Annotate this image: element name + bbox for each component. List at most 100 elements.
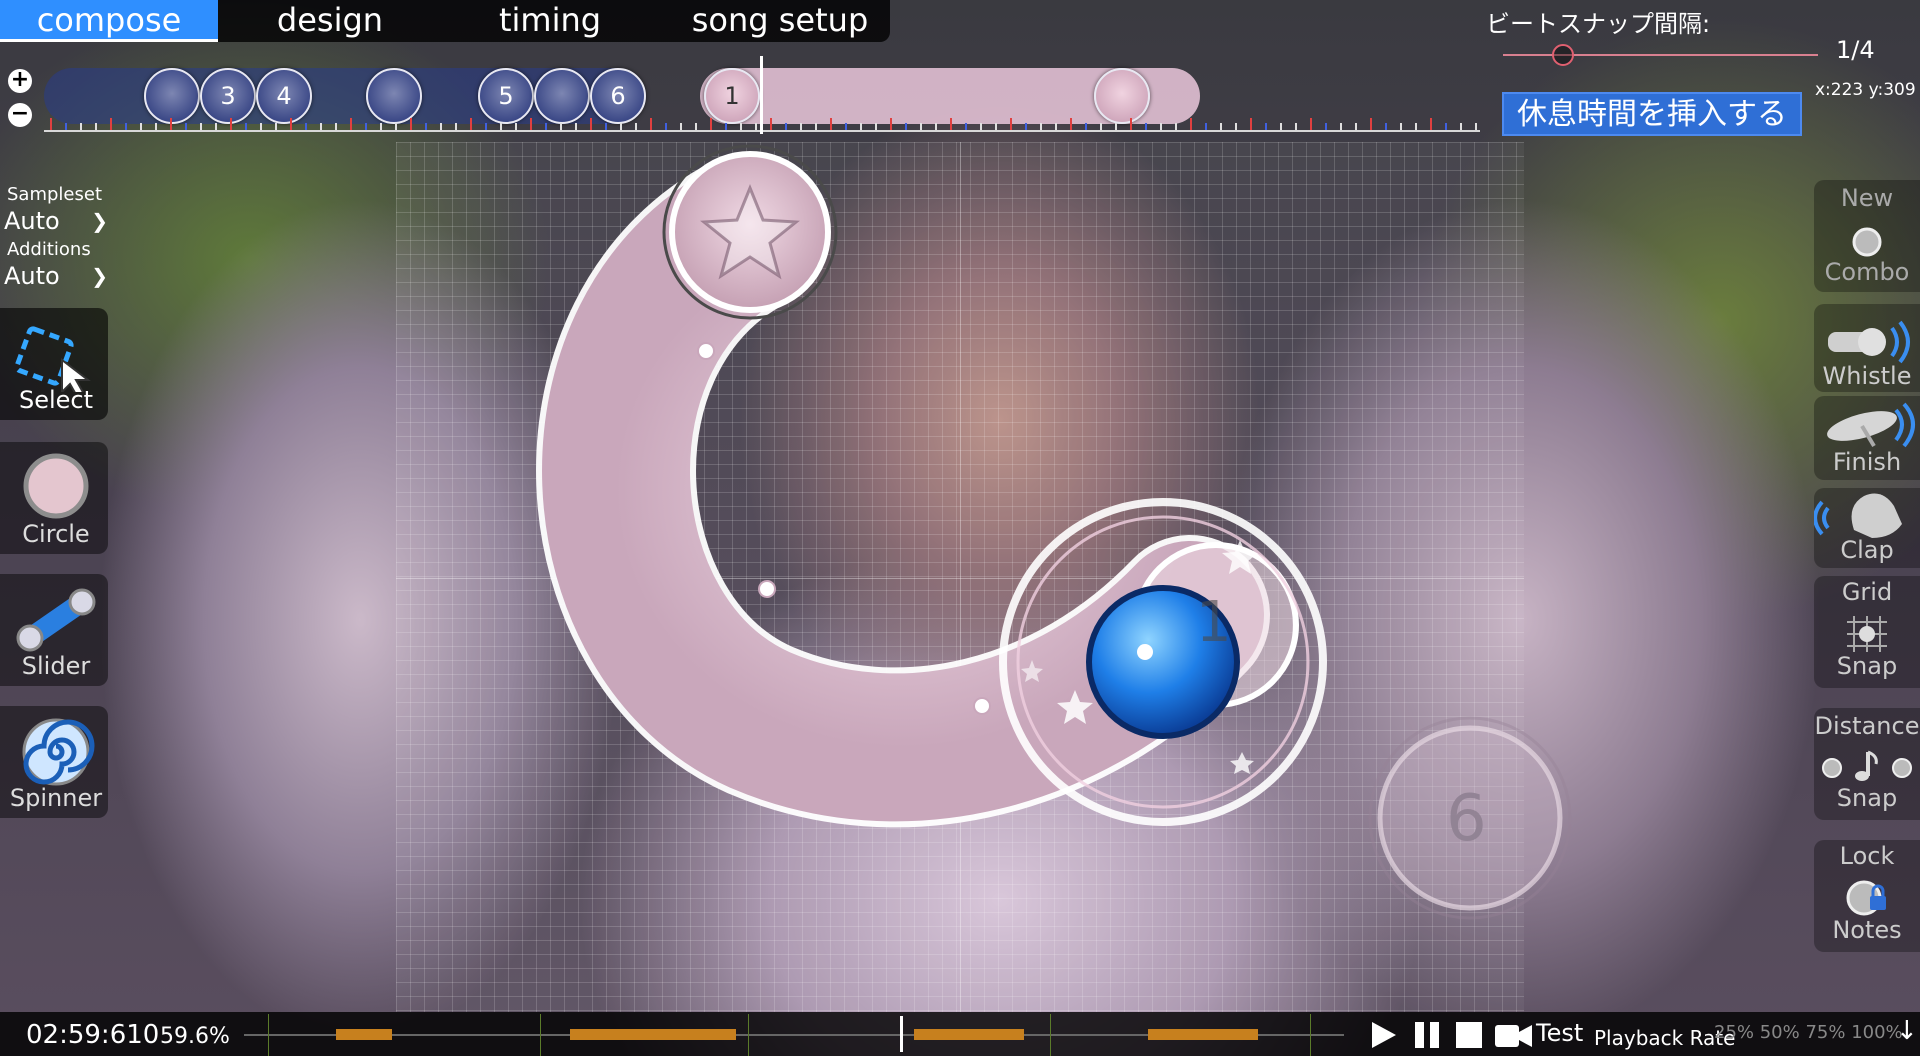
timeline-tick: [1265, 123, 1267, 130]
break-segment: [914, 1029, 1024, 1040]
timeline-tick: [305, 123, 307, 130]
timeline-tick: [455, 123, 457, 130]
timeline-object[interactable]: 1: [704, 68, 760, 124]
timeline-object[interactable]: [366, 68, 422, 124]
grid-snap-toggle[interactable]: Grid Snap: [1814, 576, 1920, 688]
timeline-tick: [950, 118, 952, 130]
hit-circle-1-number: 1: [1196, 590, 1232, 655]
timeline-tick: [635, 123, 637, 130]
insert-break-button[interactable]: 休息時間を挿入する: [1502, 92, 1802, 136]
timeline-tick: [920, 123, 922, 130]
slider-tick: [758, 580, 776, 598]
timeline-tick: [1475, 123, 1477, 130]
timeline-tick: [320, 123, 322, 130]
timeline-tick: [440, 123, 442, 130]
timeline-tick: [95, 123, 97, 130]
tool-circle[interactable]: Circle: [0, 442, 108, 554]
timeline-tick: [1010, 118, 1012, 130]
timeline-tick: [485, 123, 487, 130]
sampleset-value: Auto: [4, 207, 60, 235]
timeline-tick: [245, 123, 247, 130]
finish-toggle[interactable]: Finish: [1814, 396, 1920, 480]
progress-marker: [1310, 1014, 1311, 1056]
beat-snap-slider-thumb[interactable]: [1552, 44, 1574, 66]
beat-snap-value: 1/4: [1836, 36, 1875, 64]
sampleset-dropdown[interactable]: Auto ❯: [4, 206, 114, 236]
timeline-tick: [1025, 123, 1027, 130]
timeline-tick: [125, 123, 127, 130]
video-camera-icon[interactable]: [1494, 1022, 1534, 1050]
timeline-tick: [905, 123, 907, 130]
distance-snap-label-1: Distance: [1814, 712, 1920, 740]
slider-tick: [697, 342, 715, 360]
zoom-in-icon[interactable]: +: [8, 69, 32, 93]
timeline-object[interactable]: 6: [590, 68, 646, 124]
timeline-tick: [1070, 118, 1072, 130]
timeline-tick: [875, 123, 877, 130]
grid-icon: [1847, 616, 1887, 652]
chevron-down-icon: ❯: [91, 209, 108, 233]
timeline-tick: [140, 123, 142, 130]
timeline-tick: [1460, 123, 1462, 130]
zoom-out-icon[interactable]: −: [8, 103, 32, 127]
new-combo-label-1: New: [1840, 184, 1894, 212]
tab-song-setup[interactable]: song setup: [680, 0, 880, 42]
timeline-tick: [1175, 123, 1177, 130]
timeline-object[interactable]: 3: [200, 68, 256, 124]
beat-snap-label: ビートスナップ間隔:: [1486, 10, 1711, 38]
test-button[interactable]: Test: [1536, 1019, 1583, 1047]
stop-icon[interactable]: [1454, 1020, 1484, 1050]
clap-toggle[interactable]: Clap: [1814, 488, 1920, 568]
timeline-object[interactable]: 5: [478, 68, 534, 124]
timeline-tick: [530, 118, 532, 130]
mode-tab-bar: compose design timing song setup: [0, 0, 890, 42]
new-combo-toggle[interactable]: New Combo: [1814, 180, 1920, 292]
timeline-cursor[interactable]: [760, 56, 763, 134]
timeline-tick: [740, 123, 742, 130]
distance-snap-toggle[interactable]: Distance Snap: [1814, 708, 1920, 820]
tab-design[interactable]: design: [250, 0, 410, 42]
timeline-tick: [755, 123, 757, 130]
pause-icon[interactable]: [1412, 1020, 1442, 1050]
timeline-tick: [395, 123, 397, 130]
beat-snap-slider[interactable]: [1503, 54, 1818, 56]
break-segment: [570, 1029, 736, 1040]
timeline-object[interactable]: [1094, 68, 1150, 124]
timeline-object[interactable]: 4: [256, 68, 312, 124]
tab-compose[interactable]: compose: [0, 0, 218, 42]
tool-select-label: Select: [18, 386, 94, 414]
circle-icon: [23, 453, 89, 519]
tool-spinner[interactable]: Spinner: [0, 706, 108, 818]
timeline-tick: [470, 118, 472, 130]
sampleset-label: Sampleset: [7, 184, 103, 205]
timeline-object[interactable]: [534, 68, 590, 124]
timeline-tick: [1130, 118, 1132, 130]
timeline-tick: [545, 123, 547, 130]
whistle-toggle[interactable]: Whistle: [1814, 304, 1920, 392]
timeline-tick: [815, 123, 817, 130]
timeline-object[interactable]: [144, 68, 200, 124]
timeline-tick: [1250, 118, 1252, 130]
arrow-down-icon[interactable]: ↓: [1896, 1016, 1918, 1046]
lock-notes-toggle[interactable]: Lock Notes: [1814, 840, 1920, 952]
song-progress-cursor[interactable]: [900, 1016, 903, 1052]
timeline-tick: [200, 123, 202, 130]
lock-notes-label-1: Lock: [1839, 842, 1895, 870]
timeline-tick: [1115, 123, 1117, 130]
grid-snap-label-2: Snap: [1836, 652, 1898, 680]
timeline-tick: [260, 123, 262, 130]
chevron-down-icon: ❯: [91, 264, 108, 288]
additions-dropdown[interactable]: Auto ❯: [4, 261, 114, 291]
playback-rate-options[interactable]: 25% 50% 75% 100%: [1714, 1022, 1903, 1043]
tool-slider[interactable]: Slider: [0, 574, 108, 686]
tab-timing[interactable]: timing: [470, 0, 630, 42]
timeline-tick: [680, 123, 682, 130]
play-icon[interactable]: [1368, 1020, 1398, 1050]
tool-slider-label: Slider: [21, 652, 91, 680]
tool-select[interactable]: Select: [0, 308, 108, 420]
timeline-tick: [560, 123, 562, 130]
timeline-tick: [725, 123, 727, 130]
playfield-objects[interactable]: [0, 0, 1920, 1056]
progress-marker: [540, 1014, 541, 1056]
timeline-tick: [1445, 123, 1447, 130]
